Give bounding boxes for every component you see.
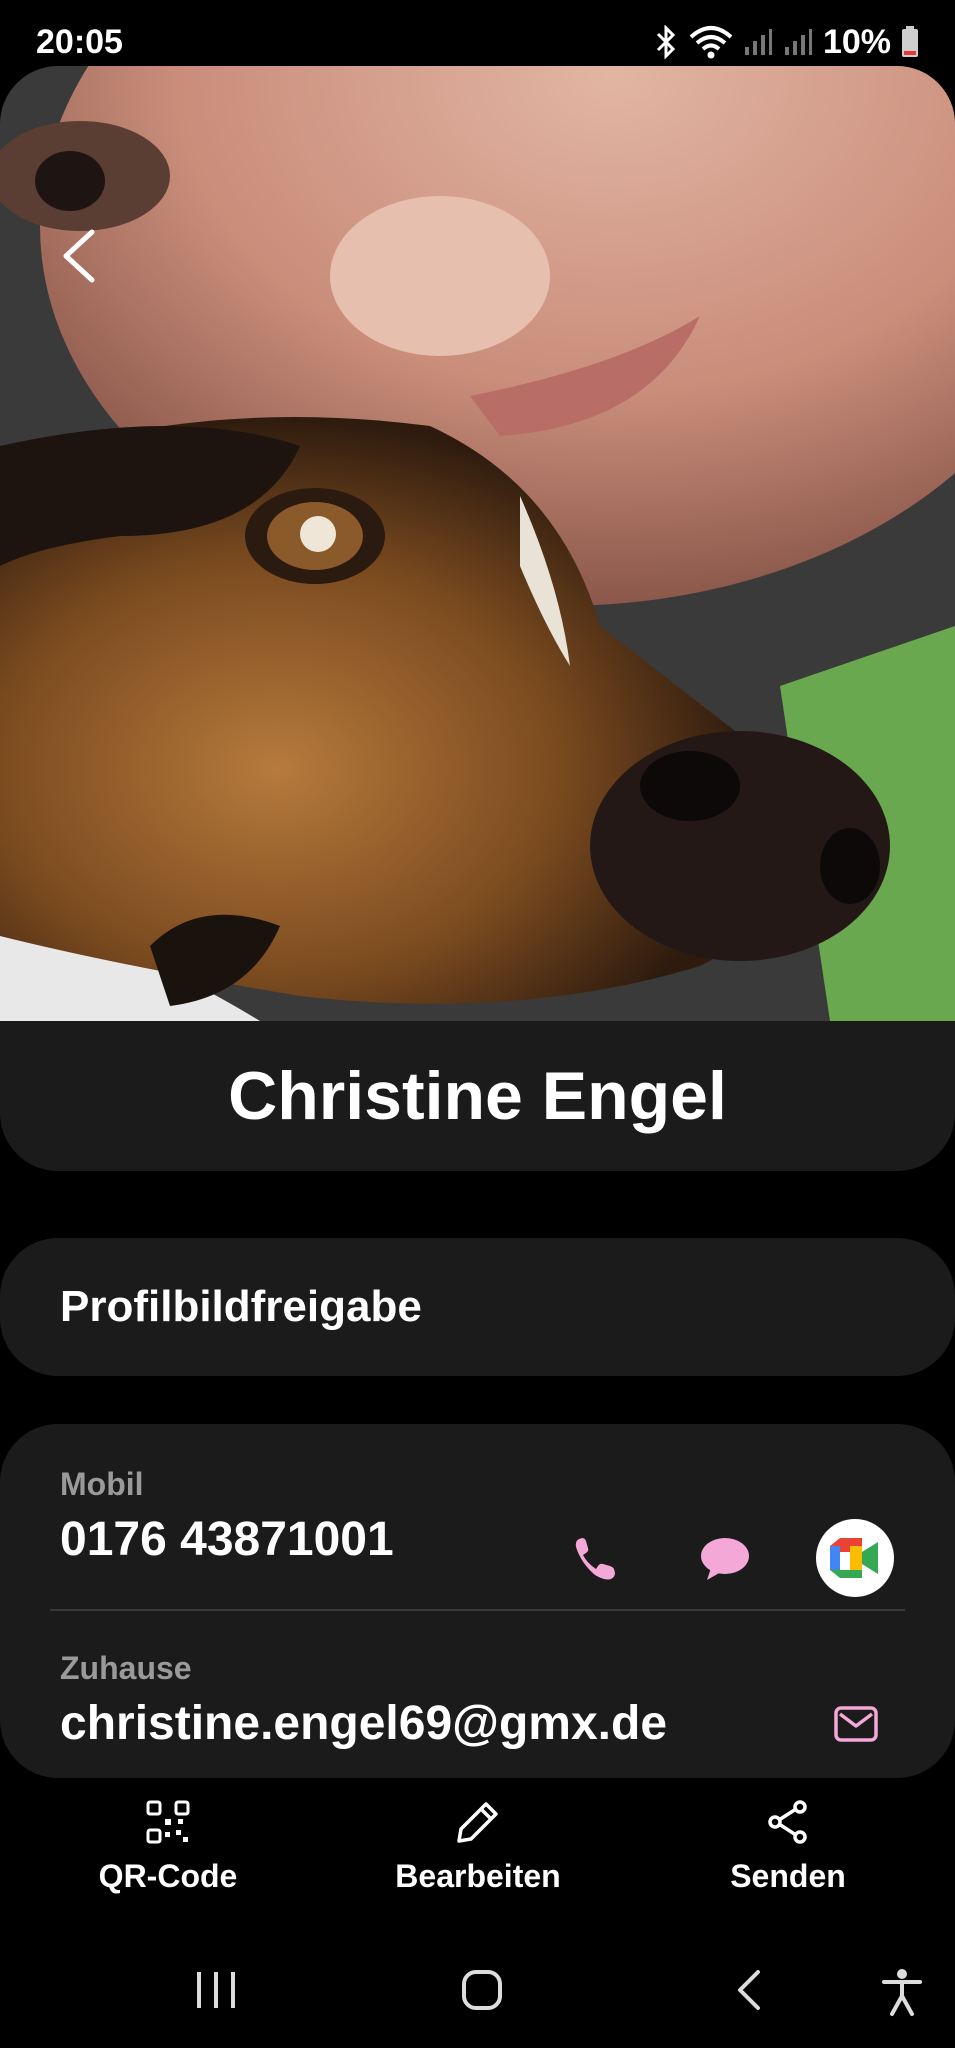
qr-code-icon (146, 1800, 190, 1844)
chevron-left-icon[interactable] (58, 226, 98, 286)
profile-share-button[interactable]: Profilbildfreigabe (0, 1238, 955, 1376)
pencil-icon (457, 1802, 498, 1843)
bottom-action-bar: QR-Code Bearbeiten Senden (0, 1800, 955, 1920)
phone-icon[interactable] (560, 1524, 630, 1594)
status-time: 20:05 (36, 22, 123, 61)
chat-bubble-icon[interactable] (690, 1524, 760, 1594)
google-meet-icon[interactable] (816, 1519, 894, 1597)
home-icon[interactable] (460, 1962, 504, 2018)
contact-name-card: Christine Engel (0, 1021, 955, 1171)
recent-apps-icon[interactable] (195, 1962, 237, 2018)
nav-back-icon[interactable] (730, 1962, 766, 2018)
contact-name: Christine Engel (228, 1058, 727, 1134)
contact-details-card: Mobil 0176 43871001 Zuhause christine.en… (0, 1424, 955, 1778)
wifi-icon (689, 26, 733, 59)
share-icon (768, 1800, 807, 1844)
qr-code-button[interactable]: QR-Code (48, 1800, 288, 1895)
phone-label: Mobil (60, 1466, 144, 1502)
battery-icon (902, 26, 918, 57)
share-label: Senden (730, 1858, 846, 1894)
qr-code-label: QR-Code (98, 1858, 238, 1894)
phone-number[interactable]: 0176 43871001 (60, 1512, 394, 1567)
profile-share-label: Profilbildfreigabe (60, 1282, 422, 1331)
envelope-icon[interactable] (826, 1694, 886, 1754)
signal-icon (744, 29, 772, 55)
battery-percent: 10% (822, 22, 891, 61)
contact-photo[interactable] (0, 66, 955, 1021)
email-label: Zuhause (60, 1650, 192, 1686)
bluetooth-icon (656, 25, 676, 59)
status-icons: 10% (653, 23, 919, 62)
edit-label: Bearbeiten (395, 1858, 561, 1894)
email-address[interactable]: christine.engel69@gmx.de (60, 1696, 667, 1751)
system-nav-bar (0, 1940, 955, 2048)
share-button[interactable]: Senden (668, 1800, 908, 1895)
signal-icon-2 (784, 29, 812, 55)
edit-button[interactable]: Bearbeiten (358, 1800, 598, 1895)
accessibility-icon[interactable] (880, 1962, 924, 2018)
divider (50, 1609, 905, 1611)
